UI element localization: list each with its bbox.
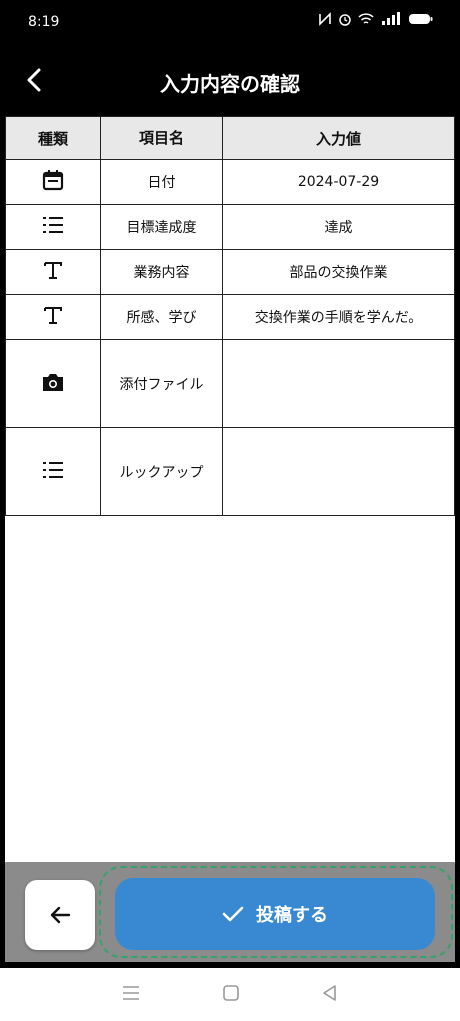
system-nav-bar xyxy=(0,968,460,1021)
submit-label: 投稿する xyxy=(256,905,328,926)
alarm-icon xyxy=(338,12,352,30)
menu-icon[interactable] xyxy=(121,985,141,1005)
status-time: 8:19 xyxy=(28,14,60,30)
header-input-value: 入力値 xyxy=(222,116,455,160)
confirmation-table: 種類 項目名 入力値 日付 2024-07-29 目標達成度 達成 業務内容 部… xyxy=(5,116,455,516)
row-value-cell xyxy=(222,427,455,516)
row-type-cell xyxy=(5,159,101,205)
row-type-cell xyxy=(5,427,101,516)
row-name-cell: 日付 xyxy=(100,159,223,205)
row-type-cell xyxy=(5,339,101,428)
page-title: 入力内容の確認 xyxy=(160,72,300,96)
row-value-cell: 達成 xyxy=(222,204,455,250)
status-icons xyxy=(318,12,434,30)
check-icon xyxy=(222,906,244,922)
wifi-icon xyxy=(358,12,374,30)
row-name-cell: 業務内容 xyxy=(100,249,223,295)
text-icon xyxy=(44,262,62,279)
table-row: 業務内容 部品の交換作業 xyxy=(5,249,455,295)
table-row: 添付ファイル xyxy=(5,339,455,428)
app-header: 入力内容の確認 xyxy=(0,46,460,116)
table-row: 日付 2024-07-29 xyxy=(5,159,455,205)
camera-icon xyxy=(43,373,63,391)
row-value-cell: 交換作業の手順を学んだ。 xyxy=(222,294,455,340)
row-name-cell: ルックアップ xyxy=(100,427,223,516)
nfc-icon xyxy=(318,12,332,30)
row-type-cell xyxy=(5,294,101,340)
table-row: 所感、学び 交換作業の手順を学んだ。 xyxy=(5,294,455,340)
row-type-cell xyxy=(5,249,101,295)
header-type: 種類 xyxy=(5,116,101,160)
row-value-cell: 2024-07-29 xyxy=(222,159,455,205)
text-icon xyxy=(44,307,62,324)
row-name-cell: 所感、学び xyxy=(100,294,223,340)
row-type-cell xyxy=(5,204,101,250)
row-name-cell: 目標達成度 xyxy=(100,204,223,250)
table-header-row: 種類 項目名 入力値 xyxy=(5,116,455,160)
arrow-left-icon xyxy=(50,906,71,924)
row-value-cell: 部品の交換作業 xyxy=(222,249,455,295)
table-row: ルックアップ xyxy=(5,427,455,516)
home-icon[interactable] xyxy=(222,984,240,1006)
header-item-name: 項目名 xyxy=(100,116,223,160)
confirmation-content: 種類 項目名 入力値 日付 2024-07-29 目標達成度 達成 業務内容 部… xyxy=(5,116,455,862)
row-value-cell xyxy=(222,339,455,428)
list-icon xyxy=(43,217,63,233)
calendar-icon xyxy=(42,170,64,191)
signal-icon xyxy=(380,12,402,30)
battery-icon xyxy=(408,12,434,30)
list-icon xyxy=(43,461,63,478)
table-row: 目標達成度 達成 xyxy=(5,204,455,250)
action-bar: 投稿する xyxy=(5,862,455,962)
submit-button[interactable]: 投稿する xyxy=(115,878,435,950)
back-arrow-button[interactable] xyxy=(25,880,95,950)
back-triangle-icon[interactable] xyxy=(321,984,339,1006)
status-bar: 8:19 xyxy=(0,0,460,46)
row-name-cell: 添付ファイル xyxy=(100,339,223,428)
